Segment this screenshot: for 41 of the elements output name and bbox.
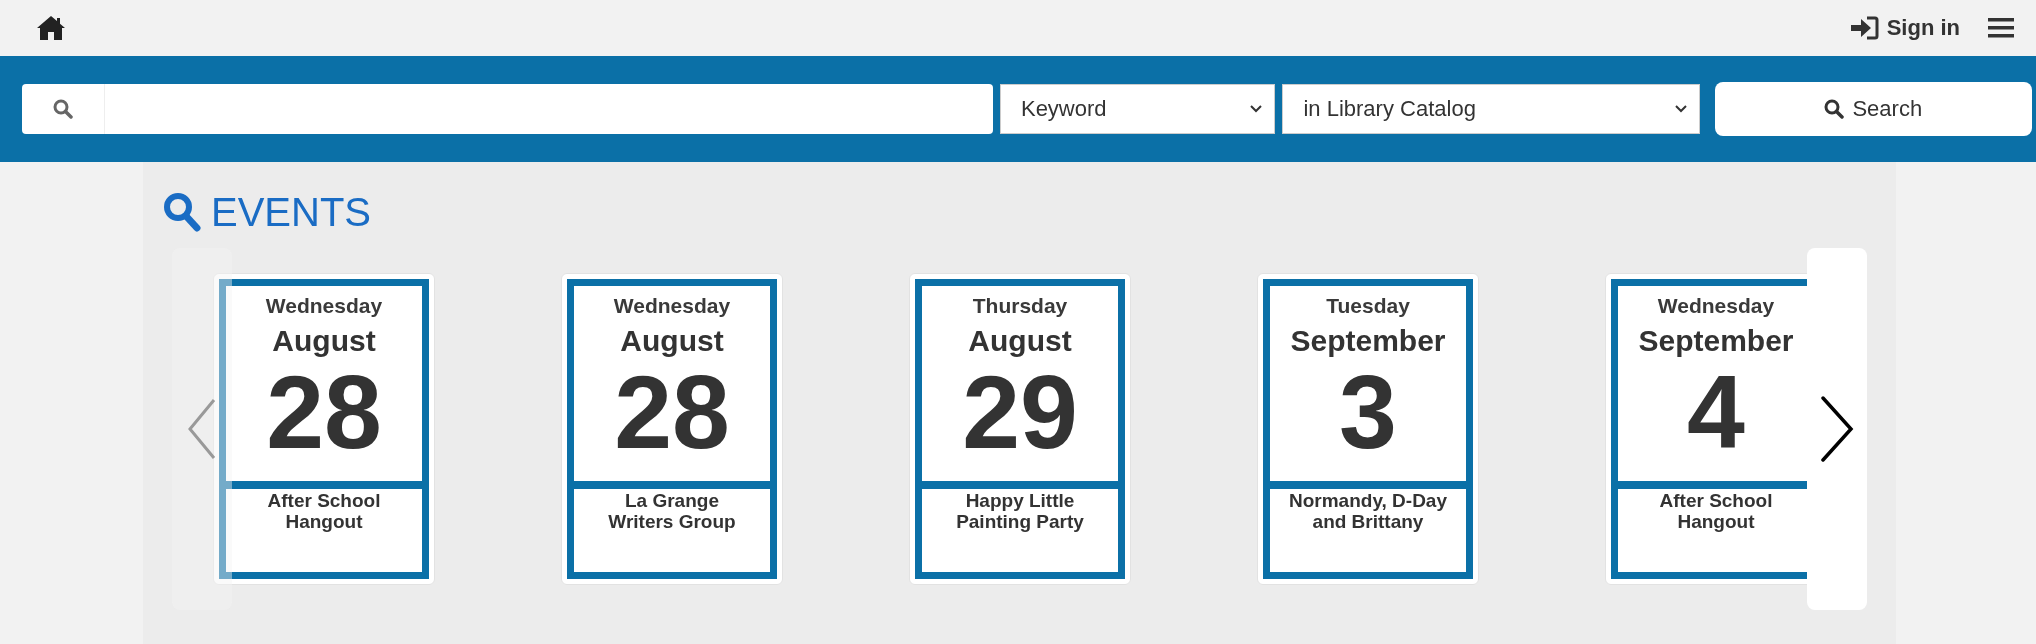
event-card[interactable]: Wednesday September 4 After School Hangout	[1605, 273, 1807, 585]
event-day: 3	[1339, 360, 1397, 464]
event-title: Normandy, D-Day and Brittany	[1289, 490, 1447, 532]
search-icon	[1824, 99, 1845, 119]
event-weekday: Wednesday	[613, 294, 731, 318]
caret-icon	[1674, 105, 1687, 113]
event-month: August	[968, 324, 1072, 358]
chevron-left-icon	[187, 398, 217, 460]
event-title: After School Hangout	[1659, 490, 1773, 532]
event-title: Happy Little Painting Party	[956, 490, 1084, 532]
event-title: After School Hangout	[267, 490, 381, 532]
event-month: August	[272, 324, 376, 358]
event-weekday: Wednesday	[1657, 294, 1775, 318]
event-day: 29	[962, 360, 1078, 464]
sign-in-icon	[1848, 16, 1879, 40]
menu-icon[interactable]	[1988, 17, 2014, 39]
sign-in-link[interactable]: Sign in	[1848, 15, 1960, 41]
event-day: 28	[614, 360, 730, 464]
event-card[interactable]: Tuesday September 3 Normandy, D-Day and Brittany	[1257, 273, 1479, 585]
event-month: September	[1290, 324, 1446, 358]
event-weekday: Thursday	[972, 294, 1068, 318]
search-type-select[interactable]: Keyword	[999, 84, 1276, 134]
event-day: 28	[266, 360, 382, 464]
caret-icon	[1250, 105, 1263, 113]
home-icon[interactable]	[36, 15, 66, 41]
chevron-right-icon	[1820, 396, 1854, 462]
event-card[interactable]: Wednesday August 28 After School Hangout	[213, 273, 435, 585]
search-scope-select[interactable]: in Library Catalog	[1282, 84, 1700, 134]
search-field[interactable]	[22, 84, 993, 134]
event-weekday: Wednesday	[265, 294, 383, 318]
event-card[interactable]: Thursday August 29 Happy Little Painting Party	[909, 273, 1131, 585]
search-icon	[53, 99, 73, 119]
event-title: La Grange Writers Group	[608, 490, 736, 532]
search-icon	[163, 192, 201, 232]
event-month: September	[1638, 324, 1794, 358]
section-heading: EVENTS	[211, 189, 372, 235]
event-weekday: Tuesday	[1326, 294, 1410, 318]
event-card[interactable]: Wednesday August 28 La Grange Writers Group	[561, 273, 783, 585]
event-day: 4	[1687, 360, 1745, 464]
event-month: August	[620, 324, 724, 358]
search-button[interactable]: Search	[1714, 82, 2032, 136]
